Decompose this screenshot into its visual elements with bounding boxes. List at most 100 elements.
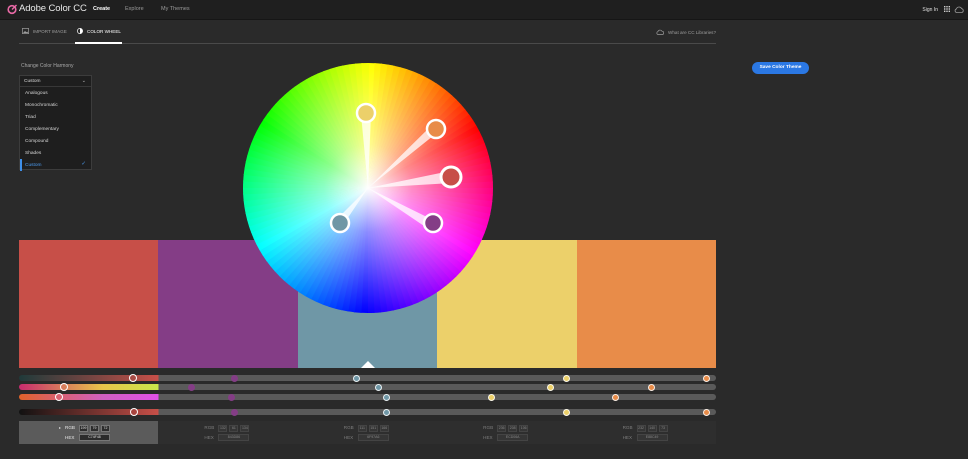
slider-saturation-marker-2 [187, 384, 195, 391]
creative-cloud-icon[interactable] [954, 6, 964, 13]
rgb-r-field[interactable]: 232 [636, 424, 646, 432]
color-values-panel: ▸ RGB 199 79 72 HEX C74F48 RGB 132 61 13… [19, 421, 716, 444]
slider-brightness-marker-3 [382, 394, 390, 401]
color-wheel[interactable] [242, 62, 494, 314]
hex-label: HEX [65, 435, 75, 440]
save-color-theme-button[interactable]: Save Color Theme [752, 62, 809, 74]
harmony-current-label: Custom [24, 79, 41, 84]
rgb-g-field[interactable]: 61 [229, 424, 239, 432]
nav-my-themes[interactable]: My Themes [161, 6, 190, 12]
slider-brightness[interactable] [19, 393, 716, 401]
tab-import-image-label: IMPORT IMAGE [33, 28, 67, 34]
slider-brightness-marker-4 [487, 394, 495, 401]
slider-saturation[interactable] [19, 383, 716, 391]
slider-value-marker-2 [230, 409, 238, 416]
play-arrow-icon[interactable]: ▸ [59, 425, 61, 430]
color-values-2: RGB 132 61 134 HEX 843D86 [158, 421, 298, 444]
wheel-handle-red[interactable] [439, 165, 463, 189]
slider-saturation-marker-3 [374, 384, 382, 391]
slider-hue-marker-2 [230, 375, 238, 382]
hex-label: HEX [343, 435, 354, 440]
rgb-b-field[interactable]: 73 [658, 424, 668, 432]
color-wheel-icon [77, 28, 83, 34]
color-values-4: RGB 236 208 106 HEX ECD06A [437, 421, 577, 444]
adobe-logo-icon[interactable] [7, 4, 17, 15]
rgb-g-field[interactable]: 208 [508, 424, 518, 432]
image-icon [22, 28, 29, 34]
slider-value-marker-3 [382, 409, 390, 416]
hex-label: HEX [622, 435, 633, 440]
slider-hue-marker-4 [562, 375, 570, 382]
harmony-option-monochromatic[interactable]: Monochromatic [20, 99, 91, 111]
active-tab-indicator [75, 42, 122, 44]
rgb-b-field[interactable]: 106 [519, 424, 529, 432]
checkmark-icon: ✓ [81, 161, 86, 167]
rgb-label: RGB [65, 425, 75, 430]
hex-field[interactable]: ECD06A [497, 434, 529, 441]
wheel-handle-orange[interactable] [425, 118, 447, 140]
rgb-b-field[interactable]: 134 [240, 424, 250, 432]
tab-color-wheel[interactable]: COLOR WHEEL [77, 28, 121, 34]
harmony-dropdown[interactable]: Custom ⌄ Analogous Monochromatic Triad C… [19, 75, 92, 171]
sign-in-link[interactable]: Sign In [922, 7, 938, 13]
tab-import-image[interactable]: IMPORT IMAGE [22, 28, 67, 34]
nav-explore[interactable]: Explore [125, 6, 144, 12]
slider-value-marker-4 [562, 409, 570, 416]
wheel-handle-slate[interactable] [329, 212, 351, 234]
slider-brightness-marker-5 [611, 394, 619, 401]
hex-field[interactable]: 843D86 [218, 434, 250, 441]
harmony-option-complementary[interactable]: Complementary [20, 123, 91, 135]
hex-label: HEX [204, 435, 214, 440]
slider-hue-marker-5 [702, 375, 710, 382]
slider-value-marker-5 [702, 409, 710, 416]
rgb-label: RGB [343, 425, 354, 430]
apps-grid-icon[interactable] [944, 6, 950, 12]
slider-value[interactable] [19, 408, 716, 416]
harmony-option-shades[interactable]: Shades [20, 147, 91, 159]
slider-saturation-marker-4 [546, 384, 554, 391]
slider-hue-handle[interactable] [129, 374, 137, 382]
color-swatch-1[interactable] [19, 240, 159, 368]
wheel-handle-purple[interactable] [422, 212, 444, 234]
app-title[interactable]: Adobe Color CC [19, 3, 87, 14]
slider-saturation-marker-5 [647, 384, 655, 391]
wheel-handle-yellow[interactable] [355, 102, 377, 124]
slider-brightness-handle[interactable] [55, 393, 63, 401]
cc-libraries-link[interactable]: What are CC Libraries? [656, 29, 716, 35]
rgb-b-field[interactable]: 72 [101, 424, 110, 432]
rgb-label: RGB [204, 425, 215, 430]
hex-field[interactable]: E88C49 [636, 434, 668, 441]
rgb-b-field[interactable]: 166 [379, 424, 389, 432]
rgb-r-field[interactable]: 236 [497, 424, 507, 432]
rgb-r-field[interactable]: 132 [218, 424, 228, 432]
harmony-current-value[interactable]: Custom ⌄ [20, 76, 91, 87]
chevron-down-icon: ⌄ [81, 78, 86, 84]
color-values-3: RGB 111 151 166 HEX 6F97A6 [297, 421, 438, 444]
hex-field[interactable]: 6F97A6 [357, 434, 389, 441]
top-bar: Adobe Color CC Create Explore My Themes … [0, 0, 968, 20]
rgb-label: RGB [483, 425, 494, 430]
harmony-option-custom-label: Custom [25, 162, 42, 168]
rgb-g-field[interactable]: 140 [647, 424, 657, 432]
color-swatch-5[interactable] [576, 240, 716, 368]
rgb-g-field[interactable]: 79 [90, 424, 99, 432]
harmony-option-custom[interactable]: Custom ✓ [20, 159, 91, 171]
slider-value-handle[interactable] [130, 408, 138, 416]
cc-libraries-label: What are CC Libraries? [668, 29, 716, 35]
tabs-divider [19, 43, 716, 44]
harmony-option-triad[interactable]: Triad [20, 111, 91, 123]
rgb-r-field[interactable]: 111 [357, 424, 367, 432]
slider-saturation-handle[interactable] [60, 383, 68, 391]
slider-brightness-marker-2 [227, 394, 235, 401]
nav-create[interactable]: Create [93, 6, 110, 12]
hex-field[interactable]: C74F48 [79, 434, 110, 441]
rgb-r-field[interactable]: 199 [79, 424, 88, 432]
harmony-option-analogous[interactable]: Analogous [20, 87, 91, 99]
rgb-g-field[interactable]: 151 [368, 424, 378, 432]
harmony-label: Change Color Harmony [21, 63, 74, 69]
harmony-option-compound[interactable]: Compound [20, 135, 91, 147]
color-values-5: RGB 232 140 73 HEX E88C49 [576, 421, 716, 444]
slider-hue[interactable] [19, 374, 716, 382]
rgb-label: RGB [622, 425, 633, 430]
color-wheel-graphic[interactable] [242, 62, 494, 314]
